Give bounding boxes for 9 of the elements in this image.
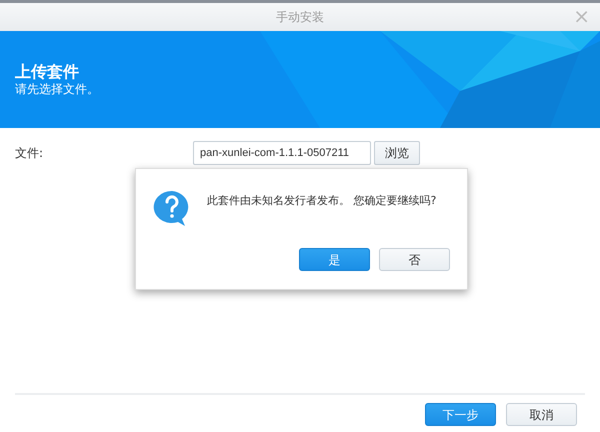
- dialog-message: 此套件由未知名发行者发布。 您确定要继续吗?: [207, 193, 436, 209]
- cancel-button[interactable]: 取消: [506, 403, 577, 426]
- browse-button[interactable]: 浏览: [374, 141, 420, 165]
- banner-subtitle: 请先选择文件。: [15, 82, 100, 97]
- file-label: 文件:: [15, 145, 44, 162]
- file-field[interactable]: pan-xunlei-com-1.1.1-0507211: [193, 141, 371, 165]
- banner-title: 上传套件: [15, 62, 80, 82]
- window-title: 手动安装: [276, 9, 324, 26]
- cancel-button[interactable]: 否: [379, 248, 450, 271]
